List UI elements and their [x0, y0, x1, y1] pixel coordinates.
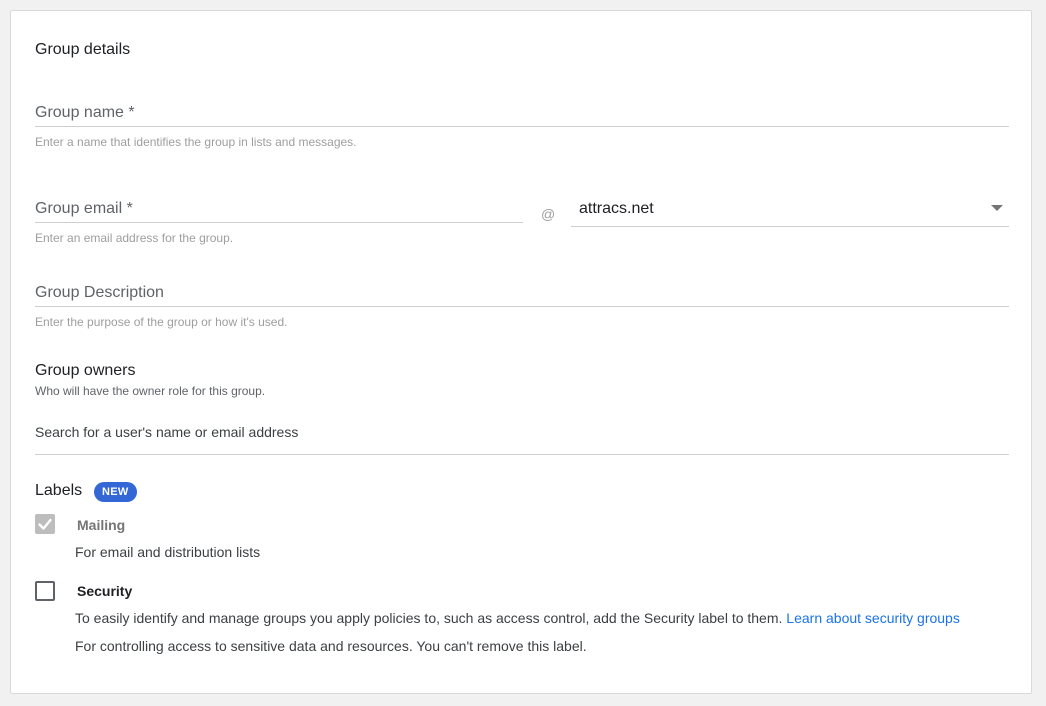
learn-security-groups-link[interactable]: Learn about security groups — [786, 610, 960, 626]
mailing-description: For email and distribution lists — [75, 544, 261, 560]
group-name-field[interactable]: Group name * — [35, 99, 1009, 127]
group-email-label: Group email * — [35, 200, 133, 217]
owners-search-placeholder: Search for a user's name or email addres… — [35, 424, 299, 440]
mailing-checkbox[interactable] — [35, 514, 55, 534]
mailing-label: Mailing — [77, 517, 126, 533]
group-name-hint: Enter a name that identifies the group i… — [35, 135, 357, 149]
domain-select-underline — [571, 226, 1009, 227]
security-info-text: To easily identify and manage groups you… — [75, 610, 783, 626]
labels-title: Labels — [35, 482, 83, 499]
group-details-card: Group details Group name * Enter a name … — [10, 10, 1032, 694]
security-checkbox[interactable] — [35, 581, 55, 601]
domain-select[interactable]: attracs.net — [571, 195, 1009, 227]
owners-title: Group owners — [35, 362, 136, 379]
group-email-field[interactable]: Group email * — [35, 195, 523, 223]
group-description-underline — [35, 306, 1009, 307]
group-name-underline — [35, 126, 1009, 127]
group-description-label: Group Description — [35, 284, 164, 301]
domain-select-value: attracs.net — [579, 200, 654, 217]
group-email-underline — [35, 222, 523, 223]
security-label: Security — [77, 583, 133, 599]
group-email-hint: Enter an email address for the group. — [35, 231, 234, 245]
owners-subtitle: Who will have the owner role for this gr… — [35, 384, 266, 398]
check-icon — [38, 518, 52, 530]
security-description: For controlling access to sensitive data… — [75, 638, 587, 654]
at-sign: @ — [541, 206, 556, 222]
chevron-down-icon — [991, 205, 1003, 211]
group-description-hint: Enter the purpose of the group or how it… — [35, 315, 288, 329]
section-title: Group details — [35, 41, 131, 58]
owners-search-input[interactable]: Search for a user's name or email addres… — [35, 419, 1009, 455]
owners-search-underline — [35, 454, 1009, 455]
new-badge: NEW — [94, 482, 137, 502]
security-info: To easily identify and manage groups you… — [75, 610, 960, 626]
group-description-field[interactable]: Group Description — [35, 279, 1009, 307]
group-name-label: Group name * — [35, 104, 135, 121]
